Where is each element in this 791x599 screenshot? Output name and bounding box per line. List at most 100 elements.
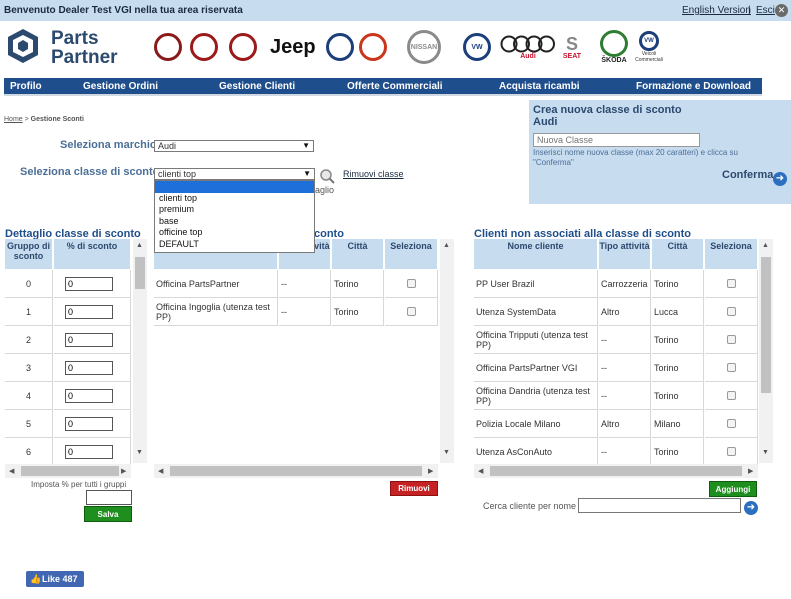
volkswagen-logo-icon[interactable]: VW — [463, 30, 491, 64]
header-tipo-attivita: Tipo attività — [599, 239, 651, 269]
percent-cell — [54, 326, 131, 354]
scroll-right-icon[interactable]: ▶ — [748, 467, 753, 475]
discount-percent-input[interactable] — [65, 332, 113, 347]
select-cell — [705, 326, 758, 354]
scroll-down-icon[interactable]: ▼ — [443, 449, 450, 456]
client-type-cell: Altro — [599, 410, 651, 438]
add-button[interactable]: Aggiungi — [709, 481, 757, 497]
associated-vscroll[interactable]: ▲ ▼ — [440, 239, 454, 463]
select-checkbox[interactable] — [726, 307, 736, 316]
group-cell: 0 — [5, 270, 53, 298]
lancia-logo-icon[interactable] — [326, 30, 354, 64]
discount-percent-input[interactable] — [65, 388, 113, 403]
fiat-logo-icon[interactable] — [190, 30, 218, 64]
logout-link[interactable]: Esci — [756, 5, 775, 16]
header-citta: Città — [652, 239, 704, 269]
scroll-down-icon[interactable]: ▼ — [762, 449, 769, 456]
arrow-right-icon[interactable]: ➜ — [744, 501, 758, 515]
select-checkbox[interactable] — [406, 279, 416, 288]
scroll-left-icon[interactable]: ◀ — [158, 467, 163, 475]
alfa-romeo-logo-icon[interactable] — [154, 30, 182, 64]
nav-offerte-commerciali[interactable]: Offerte Commerciali — [347, 81, 443, 92]
scroll-left-icon[interactable]: ◀ — [9, 467, 14, 475]
select-checkbox[interactable] — [406, 307, 416, 316]
client-type-cell: -- — [599, 326, 651, 354]
nav-formazione-download[interactable]: Formazione e Download — [636, 81, 751, 92]
vw-commercial-logo-icon[interactable]: VW Veicoli Commerciali — [634, 30, 664, 64]
class-select[interactable]: clienti top ▼ — [154, 168, 315, 180]
client-type-cell: Altro — [599, 298, 651, 326]
all-groups-input[interactable] — [86, 490, 132, 505]
select-checkbox[interactable] — [726, 419, 736, 428]
chevron-down-icon: ▼ — [302, 141, 310, 150]
select-checkbox[interactable] — [726, 335, 736, 344]
percent-cell — [54, 354, 131, 382]
abarth-logo-icon[interactable] — [359, 30, 387, 64]
nav-acquista-ricambi[interactable]: Acquista ricambi — [499, 81, 580, 92]
client-city-cell: Lucca — [652, 298, 704, 326]
scroll-right-icon[interactable]: ▶ — [121, 467, 126, 475]
facebook-like-button[interactable]: 👍 Like 487 — [26, 571, 84, 587]
client-type-cell: -- — [599, 354, 651, 382]
remove-class-link[interactable]: Rimuovi classe — [343, 169, 404, 179]
remove-button[interactable]: Rimuovi — [390, 481, 438, 496]
client-name-cell: Officina PartsPartner VGI — [474, 354, 598, 382]
class-option[interactable]: base — [155, 216, 314, 228]
scroll-right-icon[interactable]: ▶ — [428, 467, 433, 475]
scroll-left-icon[interactable]: ◀ — [478, 467, 483, 475]
nav-profilo[interactable]: Profilo — [10, 81, 42, 92]
select-checkbox[interactable] — [726, 363, 736, 372]
scroll-up-icon[interactable]: ▲ — [762, 242, 769, 249]
scroll-up-icon[interactable]: ▲ — [136, 242, 143, 249]
search-icon[interactable] — [319, 168, 336, 185]
seat-logo-icon[interactable]: S SEAT — [560, 30, 584, 64]
discount-percent-input[interactable] — [65, 444, 113, 459]
associated-hscroll[interactable]: ◀ ▶ — [154, 464, 438, 478]
confirm-button[interactable]: Conferma — [722, 169, 773, 181]
scroll-down-icon[interactable]: ▼ — [136, 449, 143, 456]
not-associated-hscroll[interactable]: ◀ ▶ — [474, 464, 758, 478]
not-associated-vscroll[interactable]: ▲ ▼ — [759, 239, 773, 463]
detail-hscroll[interactable]: ◀ ▶ — [5, 464, 131, 478]
class-option[interactable]: officine top — [155, 227, 314, 239]
client-city-cell: Torino — [652, 354, 704, 382]
client-name-cell: Polizia Locale Milano — [474, 410, 598, 438]
client-city-cell: Torino — [332, 270, 384, 298]
arrow-right-icon[interactable]: ➜ — [773, 172, 787, 186]
save-button[interactable]: Salva — [84, 506, 132, 522]
breadcrumb-home[interactable]: Home — [4, 116, 23, 123]
header-citta: Città — [332, 239, 384, 269]
select-checkbox[interactable] — [726, 279, 736, 288]
search-client-input[interactable] — [578, 498, 741, 513]
class-option[interactable]: clienti top — [155, 193, 314, 205]
select-checkbox[interactable] — [726, 391, 736, 400]
class-option[interactable] — [155, 181, 314, 193]
class-option[interactable]: premium — [155, 204, 314, 216]
jeep-logo-icon[interactable]: Jeep — [270, 30, 316, 64]
english-version-link[interactable]: English Version — [682, 5, 751, 16]
close-icon[interactable]: ✕ — [775, 4, 788, 17]
class-select-dropdown: clienti top premium base officine top DE… — [154, 180, 315, 253]
nav-gestione-clienti[interactable]: Gestione Clienti — [219, 81, 295, 92]
header-percentuale: % di sconto — [54, 239, 131, 269]
select-checkbox[interactable] — [726, 447, 736, 456]
fiat-professional-logo-icon[interactable] — [229, 30, 257, 64]
discount-percent-input[interactable] — [65, 304, 113, 319]
scroll-up-icon[interactable]: ▲ — [443, 242, 450, 249]
percent-cell — [54, 438, 131, 466]
client-city-cell: Torino — [652, 382, 704, 410]
group-cell: 6 — [5, 438, 53, 466]
discount-percent-input[interactable] — [65, 416, 113, 431]
class-option[interactable]: DEFAULT — [155, 239, 314, 251]
new-class-input[interactable] — [533, 133, 700, 147]
brand-select[interactable]: Audi ▼ — [154, 140, 314, 152]
select-cell — [705, 270, 758, 298]
new-class-panel: Crea nuova classe di sconto Audi Inseris… — [529, 100, 791, 204]
nissan-logo-icon[interactable]: NISSAN — [407, 30, 441, 64]
discount-percent-input[interactable] — [65, 276, 113, 291]
detail-vscroll[interactable]: ▲ ▼ — [133, 239, 147, 463]
audi-logo-icon[interactable]: Audi — [500, 30, 556, 64]
skoda-logo-icon[interactable]: ŠKODA — [600, 30, 628, 64]
nav-gestione-ordini[interactable]: Gestione Ordini — [83, 81, 158, 92]
discount-percent-input[interactable] — [65, 360, 113, 375]
